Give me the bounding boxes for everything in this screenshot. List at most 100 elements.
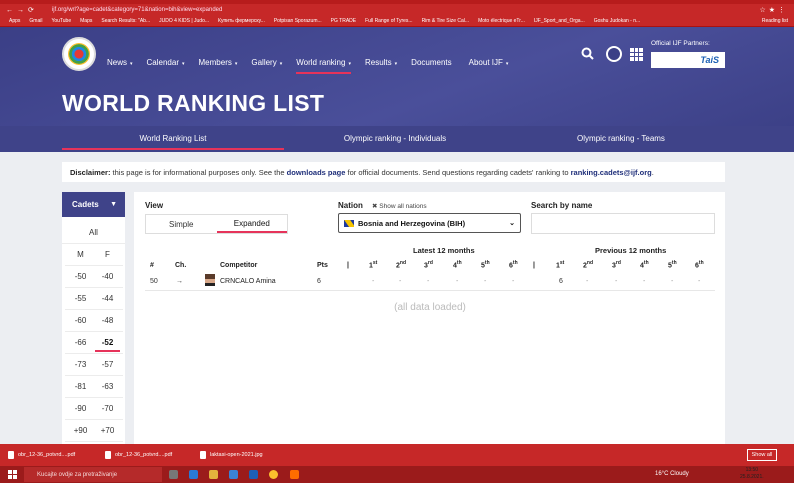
competitor-avatar	[205, 274, 215, 286]
file-explorer-icon[interactable]	[209, 470, 218, 479]
weather-text[interactable]: 16°C Cloudy	[655, 471, 689, 477]
tab-olympic-individuals[interactable]: Olympic ranking - Individuals	[284, 134, 506, 143]
ranking-email-link[interactable]: ranking.cadets@ijf.org	[571, 168, 652, 177]
prev-place-header: 3rd	[612, 260, 621, 270]
bookmark-item[interactable]: Gmail	[29, 18, 42, 24]
nation-select[interactable]: Bosnia and Herzegovina (BIH) ⌄	[338, 213, 521, 233]
weight-category-f[interactable]: -44	[92, 288, 123, 310]
clock-time: 13:50	[745, 467, 759, 473]
partner-logo[interactable]: TaiS	[651, 52, 725, 68]
caret-down-icon: ▾	[348, 61, 351, 67]
apps-grid-icon[interactable]	[630, 48, 643, 61]
row-rank: 50	[150, 278, 158, 285]
nav-item-news[interactable]: News ▾	[107, 58, 133, 67]
weight-category-f[interactable]: -63	[92, 376, 123, 398]
taskbar-clock[interactable]: 13:50 25.8.2021.	[740, 467, 764, 481]
bookmark-item[interactable]: Moto électrique eTr...	[478, 18, 525, 24]
nation-label: Nation	[338, 201, 363, 210]
latest-place-cell: -	[427, 278, 430, 285]
competitor-name-link[interactable]: CRNCALO Amina	[220, 278, 276, 285]
col-separator-latest: |	[347, 262, 349, 269]
latest-place-header: 3rd	[424, 260, 433, 270]
download-item[interactable]: laktasi-open-2021.jpg	[200, 451, 263, 459]
view-simple-button[interactable]: Simple	[146, 215, 217, 233]
category-all[interactable]: All	[62, 222, 125, 244]
weight-category-f[interactable]: -70	[92, 398, 123, 420]
view-expanded-button[interactable]: Expanded	[216, 215, 287, 233]
nav-item-members[interactable]: Members ▾	[199, 58, 238, 67]
downloads-page-link[interactable]: downloads page	[287, 168, 346, 177]
nav-item-results[interactable]: Results ▾	[365, 58, 397, 67]
bookmark-item[interactable]: PG TRADE	[331, 18, 356, 24]
edge-icon[interactable]	[189, 470, 198, 479]
nav-item-gallery[interactable]: Gallery ▾	[251, 58, 282, 67]
show-all-nations-link[interactable]: ✖ Show all nations	[372, 202, 427, 210]
url-text[interactable]: ijf.org/wrl?age=cadet&category=71&nation…	[52, 7, 222, 13]
chrome-icon[interactable]	[269, 470, 278, 479]
bookmark-item[interactable]: Apps	[9, 18, 20, 24]
caret-down-icon: ▾	[394, 61, 398, 67]
col-competitor: Competitor	[220, 262, 258, 269]
image-file-icon	[200, 451, 206, 459]
latest-place-header: 2nd	[396, 260, 407, 270]
col-rank: #	[150, 262, 154, 269]
disclaimer-text-3: .	[651, 168, 654, 177]
previous-12-months-header: Previous 12 months	[595, 246, 667, 255]
bih-flag-icon	[344, 219, 354, 227]
download-item[interactable]: obr_12-36_potvrd....pdf	[8, 451, 75, 459]
tab-world-ranking-list[interactable]: World Ranking List	[62, 134, 284, 143]
chevron-down-icon: ⌄	[509, 220, 515, 227]
download-item[interactable]: obr_12-36_potvrd....pdf	[105, 451, 172, 459]
clock-date: 25.8.2021.	[740, 474, 764, 480]
active-tab-indicator	[62, 148, 284, 150]
caret-down-icon: ▾	[505, 61, 509, 67]
latest-place-header: 4th	[453, 260, 462, 270]
search-by-name-input[interactable]	[531, 213, 715, 234]
mail-icon[interactable]	[249, 470, 258, 479]
prev-place-header: 4th	[640, 260, 649, 270]
downloads-bar: obr_12-36_potvrd....pdf obr_12-36_potvrd…	[0, 444, 794, 466]
previous-place-cell: -	[671, 278, 674, 285]
task-view-icon[interactable]	[169, 470, 178, 479]
address-bar[interactable]: ←→⟳ ijf.org/wrl?age=cadet&category=71&na…	[0, 4, 794, 16]
windows-start-icon[interactable]	[8, 470, 17, 479]
row-change-arrow: →	[176, 278, 183, 285]
weight-category-f[interactable]: +70	[92, 420, 123, 442]
prev-place-header: 1st	[556, 260, 565, 270]
nav-item-about-ijf[interactable]: About IJF ▾	[469, 58, 509, 67]
reading-list-button[interactable]: Reading list	[762, 18, 788, 24]
bookmark-item[interactable]: Rim & Tire Size Cal...	[422, 18, 470, 24]
taskbar-search-input[interactable]: Kucajte ovdje za pretraživanje	[24, 467, 162, 482]
all-data-loaded-text: (all data loaded)	[394, 302, 466, 313]
bookmark-item[interactable]: Full Range of Tyres...	[365, 18, 412, 24]
caret-down-icon: ▼	[110, 201, 117, 208]
browser-nav-icons[interactable]: ←→⟳	[6, 6, 38, 14]
nav-item-calendar[interactable]: Calendar ▾	[147, 58, 185, 67]
bookmark-item[interactable]: Potpisan Sporazum...	[274, 18, 322, 24]
nav-item-world-ranking[interactable]: World ranking ▾	[296, 58, 351, 74]
weight-category-f[interactable]: -52	[92, 332, 123, 354]
weight-category-f[interactable]: -48	[92, 310, 123, 332]
user-icon[interactable]	[606, 46, 622, 62]
weight-category-f[interactable]: -57	[92, 354, 123, 376]
ijf-logo[interactable]	[62, 37, 96, 71]
show-all-downloads-button[interactable]: Show all	[747, 449, 777, 461]
bookmark-item[interactable]: YouTube	[51, 18, 71, 24]
store-icon[interactable]	[229, 470, 238, 479]
tab-olympic-teams[interactable]: Olympic ranking - Teams	[506, 134, 736, 143]
bookmark-item[interactable]: Search Results: "Ab...	[101, 18, 150, 24]
bookmark-item[interactable]: JUDO 4 KIDS | Judo...	[159, 18, 209, 24]
weight-category-f[interactable]: -40	[92, 266, 123, 288]
age-group-dropdown[interactable]: Cadets ▼	[62, 192, 125, 217]
prev-place-header: 6th	[695, 260, 704, 270]
nav-item-documents[interactable]: Documents	[411, 58, 454, 67]
firefox-icon[interactable]	[290, 470, 299, 479]
bookmark-item[interactable]: IJF_Sport_and_Orga...	[534, 18, 585, 24]
search-icon[interactable]	[581, 47, 595, 61]
bookmark-item[interactable]: Goshu Judokan - n...	[594, 18, 640, 24]
row-divider	[145, 290, 715, 291]
bookmark-item[interactable]: Купить фермерску...	[218, 18, 265, 24]
previous-place-cell: 6	[559, 278, 563, 285]
bookmark-item[interactable]: Maps	[80, 18, 92, 24]
browser-action-icons[interactable]: ☆★⋮	[759, 6, 788, 14]
